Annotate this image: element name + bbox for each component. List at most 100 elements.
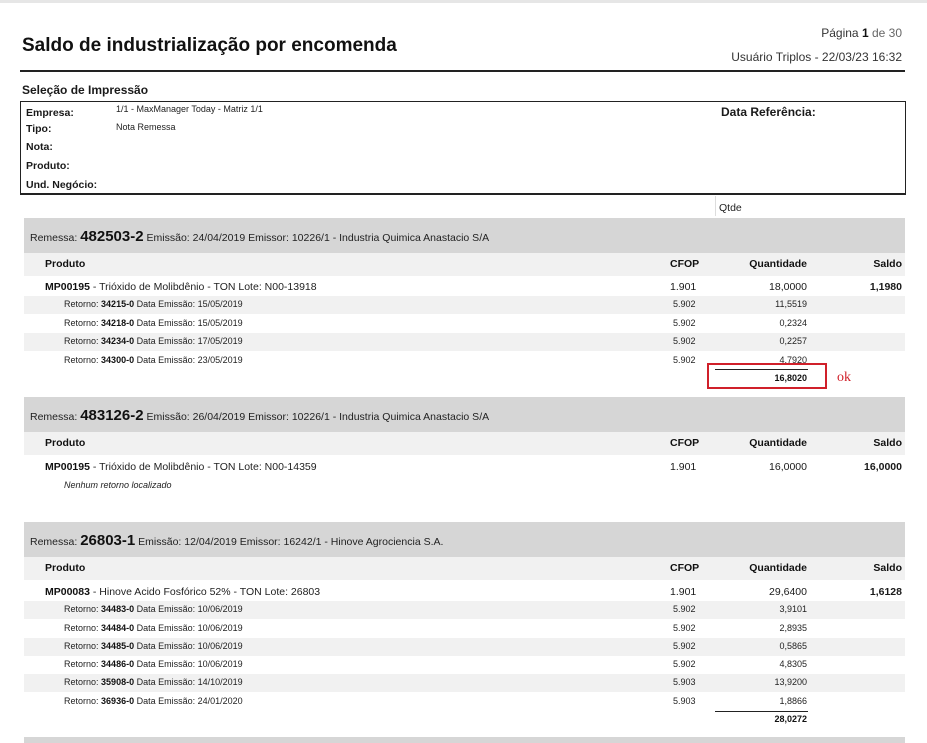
- retorno-number: 34485-0: [101, 641, 135, 651]
- data-emissao-label: Data Emissão:: [136, 355, 196, 365]
- retorno-cfop: 5.902: [673, 336, 696, 346]
- retorno-quantidade: 13,9200: [774, 677, 807, 687]
- data-emissao-label: Data Emissão:: [136, 623, 196, 633]
- retorno-date: 14/10/2019: [197, 677, 243, 687]
- retorno-cfop: 5.902: [673, 355, 696, 365]
- retorno-cfop: 5.902: [673, 604, 696, 614]
- produto-label: Produto:: [26, 160, 70, 172]
- remessa-label: Remessa:: [30, 536, 78, 548]
- retorno-number: 34215-0: [101, 299, 135, 309]
- next-remessa-band: [24, 737, 905, 743]
- retorno-quantidade: 0,2257: [779, 336, 807, 346]
- product-description: - Trióxido de Molibdênio - TON Lote: N00…: [92, 461, 317, 473]
- retorno-date: 15/05/2019: [197, 299, 243, 309]
- data-emissao-label: Data Emissão:: [136, 659, 196, 669]
- data-emissao-label: Data Emissão:: [136, 641, 196, 651]
- retorno-quantidade: 2,8935: [779, 623, 807, 633]
- col-cfop: CFOP: [670, 562, 700, 574]
- col-cfop: CFOP: [670, 437, 700, 449]
- col-quantidade: Quantidade: [749, 258, 807, 270]
- remessa-number: 26803-1: [80, 532, 136, 549]
- retorno-number: 34483-0: [101, 604, 135, 614]
- data-emissao-label: Data Emissão:: [136, 677, 196, 687]
- product-code: MP00195: [45, 281, 90, 293]
- page-word: Página: [821, 26, 859, 40]
- page-indicator: Página 1 de 30: [821, 26, 902, 40]
- remessa-info: Emissão: 24/04/2019 Emissor: 10226/1 - I…: [146, 232, 490, 244]
- retorno-cfop: 5.902: [673, 318, 696, 328]
- retorno-date: 10/06/2019: [197, 604, 243, 614]
- retorno-date: 24/01/2020: [197, 696, 243, 706]
- retorno-row: Retorno: 34215-0 Data Emissão: 15/05/201…: [64, 299, 243, 309]
- top-border: [0, 0, 927, 3]
- product-code: MP00195: [45, 461, 90, 473]
- retorno-label: Retorno:: [64, 677, 99, 687]
- retorno-date: 10/06/2019: [197, 623, 243, 633]
- retorno-date: 10/06/2019: [197, 641, 243, 651]
- retorno-quantidade: 0,2324: [779, 318, 807, 328]
- subtotal-rule: [715, 711, 808, 712]
- retorno-quantidade: 0,5865: [779, 641, 807, 651]
- ok-annotation: ok: [837, 370, 851, 385]
- col-quantidade: Quantidade: [749, 562, 807, 574]
- retorno-cfop: 5.902: [673, 299, 696, 309]
- retorno-cfop: 5.902: [673, 641, 696, 651]
- retorno-label: Retorno:: [64, 623, 99, 633]
- retorno-row: Retorno: 34486-0 Data Emissão: 10/06/201…: [64, 659, 243, 669]
- qtde-divider: [715, 196, 716, 216]
- retorno-number: 34486-0: [101, 659, 135, 669]
- retorno-number: 34234-0: [101, 336, 135, 346]
- remessa-heading: Remessa: 482503-2 Emissão: 24/04/2019 Em…: [30, 228, 489, 245]
- data-emissao-label: Data Emissão:: [136, 299, 196, 309]
- product-cfop: 1.901: [670, 461, 697, 473]
- product-line: MP00195 - Trióxido de Molibdênio - TON L…: [45, 461, 317, 473]
- retorno-label: Retorno:: [64, 696, 99, 706]
- remessa-number: 483126-2: [80, 407, 144, 424]
- nota-label: Nota:: [26, 141, 53, 153]
- qtde-label: Qtde: [719, 202, 742, 214]
- remessa-heading: Remessa: 483126-2 Emissão: 26/04/2019 Em…: [30, 407, 489, 424]
- col-produto: Produto: [45, 562, 86, 574]
- product-saldo: 1,1980: [869, 281, 902, 293]
- col-saldo: Saldo: [873, 437, 902, 449]
- retorno-label: Retorno:: [64, 604, 99, 614]
- product-line: MP00083 - Hinove Acido Fosfórico 52% - T…: [45, 586, 320, 598]
- retorno-cfop: 5.902: [673, 623, 696, 633]
- remessa-info: Emissão: 12/04/2019 Emissor: 16242/1 - H…: [138, 536, 444, 548]
- retorno-label: Retorno:: [64, 641, 99, 651]
- report-title: Saldo de industrialização por encomenda: [22, 35, 397, 56]
- col-cfop: CFOP: [670, 258, 700, 270]
- data-emissao-label: Data Emissão:: [136, 336, 196, 346]
- retorno-row: Retorno: 34300-0 Data Emissão: 23/05/201…: [64, 355, 243, 365]
- retorno-row: Retorno: 34485-0 Data Emissão: 10/06/201…: [64, 641, 243, 651]
- remessa-label: Remessa:: [30, 411, 78, 423]
- subtotal-value: 28,0272: [774, 714, 807, 724]
- data-emissao-label: Data Emissão:: [136, 604, 196, 614]
- header-divider: [20, 70, 905, 72]
- retorno-row: Retorno: 34483-0 Data Emissão: 10/06/201…: [64, 604, 243, 614]
- retorno-number: 36936-0: [101, 696, 135, 706]
- retorno-label: Retorno:: [64, 318, 99, 328]
- retorno-date: 17/05/2019: [197, 336, 243, 346]
- user-timestamp: Usuário Triplos - 22/03/23 16:32: [731, 50, 902, 64]
- remessa-heading: Remessa: 26803-1 Emissão: 12/04/2019 Emi…: [30, 532, 443, 549]
- product-cfop: 1.901: [670, 281, 697, 293]
- product-quantidade: 18,0000: [769, 281, 807, 293]
- selection-box: Empresa: 1/1 - MaxManager Today - Matriz…: [20, 101, 906, 195]
- retorno-number: 34300-0: [101, 355, 135, 365]
- product-cfop: 1.901: [670, 586, 697, 598]
- retorno-quantidade: 3,9101: [779, 604, 807, 614]
- retorno-quantidade: 4,8305: [779, 659, 807, 669]
- retorno-date: 10/06/2019: [197, 659, 243, 669]
- retorno-cfop: 5.903: [673, 677, 696, 687]
- product-quantidade: 16,0000: [769, 461, 807, 473]
- data-referencia-label: Data Referência:: [721, 105, 816, 119]
- col-quantidade: Quantidade: [749, 437, 807, 449]
- retorno-quantidade: 11,5519: [775, 299, 807, 309]
- product-code: MP00083: [45, 586, 90, 598]
- product-line: MP00195 - Trióxido de Molibdênio - TON L…: [45, 281, 317, 293]
- retorno-number: 35908-0: [101, 677, 135, 687]
- remessa-label: Remessa:: [30, 232, 78, 244]
- retorno-number: 34218-0: [101, 318, 135, 328]
- tipo-value: Nota Remessa: [116, 122, 176, 132]
